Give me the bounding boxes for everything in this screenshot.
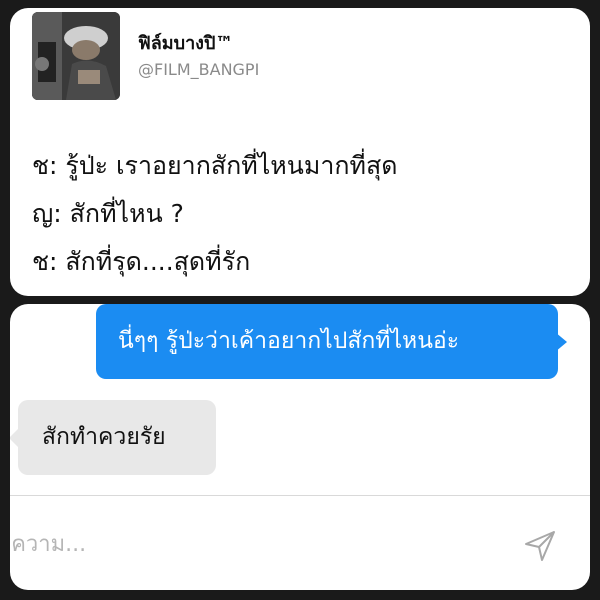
outgoing-bubble-tail (555, 332, 567, 352)
tweet-line: ช: สักที่รุด....สุดที่รัก (32, 247, 251, 276)
compose-divider (10, 495, 590, 496)
chat-card: นี่ๆๆ รู้ป่ะว่าเค้าอยากไปสักที่ไหนอ่ะ สั… (10, 304, 590, 590)
user-handle[interactable]: @FILM_BANGPI (138, 60, 259, 79)
outgoing-message-text: นี่ๆๆ รู้ป่ะว่าเค้าอยากไปสักที่ไหนอ่ะ (118, 328, 460, 354)
tweet-body: ช: รู้ป่ะ เราอยากสักที่ไหนมากที่สุด ญ: ส… (32, 142, 582, 286)
send-arrow-icon[interactable] (522, 528, 558, 564)
tweet-line: ญ: สักที่ไหน ? (32, 199, 184, 228)
display-name[interactable]: ฟิล์มบางปิ™ (138, 28, 233, 57)
avatar-photo (32, 12, 120, 100)
tweet-card: ฟิล์มบางปิ™ @FILM_BANGPI ช: รู้ป่ะ เราอย… (10, 8, 590, 296)
outgoing-message-bubble[interactable]: นี่ๆๆ รู้ป่ะว่าเค้าอยากไปสักที่ไหนอ่ะ (96, 304, 558, 379)
avatar[interactable] (32, 12, 120, 100)
tweet-line: ช: รู้ป่ะ เราอยากสักที่ไหนมากที่สุด (32, 151, 398, 180)
incoming-message-text: สักทำควยรัย (42, 424, 166, 450)
incoming-message-bubble[interactable]: สักทำควยรัย (18, 400, 216, 475)
message-input[interactable] (10, 522, 468, 566)
